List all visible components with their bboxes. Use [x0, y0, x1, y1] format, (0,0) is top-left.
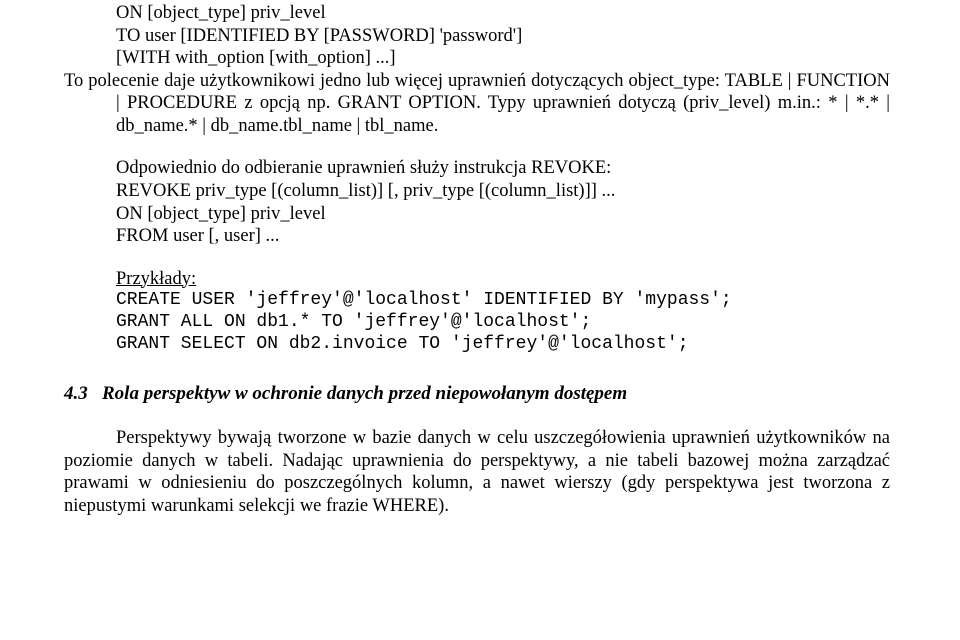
grant-syntax-line: [WITH with_option [with_option] ...] — [116, 47, 890, 70]
body-paragraph: Perspektywy bywają tworzone w bazie dany… — [64, 427, 890, 517]
examples-label: Przykłady: — [116, 268, 890, 291]
example-line: CREATE USER 'jeffrey'@'localhost' IDENTI… — [116, 290, 890, 312]
examples-block: Przykłady: CREATE USER 'jeffrey'@'localh… — [116, 268, 890, 356]
example-line: GRANT SELECT ON db2.invoice TO 'jeffrey'… — [116, 334, 890, 356]
revoke-syntax-line: FROM user [, user] ... — [116, 225, 890, 248]
grant-syntax-line: ON [object_type] priv_level — [116, 2, 890, 25]
document-page: ON [object_type] priv_level TO user [IDE… — [0, 0, 960, 517]
revoke-syntax-line: REVOKE priv_type [(column_list)] [, priv… — [116, 180, 890, 203]
grant-description: To polecenie daje użytkownikowi jedno lu… — [64, 70, 890, 138]
section-number: 4.3 — [64, 382, 102, 405]
section-heading: 4.3Rola perspektyw w ochronie danych prz… — [64, 382, 890, 405]
revoke-block: Odpowiednio do odbieranie uprawnień służ… — [116, 157, 890, 247]
section-title: Rola perspektyw w ochronie danych przed … — [102, 383, 627, 404]
example-line: GRANT ALL ON db1.* TO 'jeffrey'@'localho… — [116, 312, 890, 334]
grant-syntax-block: ON [object_type] priv_level TO user [IDE… — [116, 2, 890, 70]
revoke-syntax-line: ON [object_type] priv_level — [116, 203, 890, 226]
revoke-intro: Odpowiednio do odbieranie uprawnień służ… — [116, 157, 890, 180]
grant-syntax-line: TO user [IDENTIFIED BY [PASSWORD] 'passw… — [116, 25, 890, 48]
